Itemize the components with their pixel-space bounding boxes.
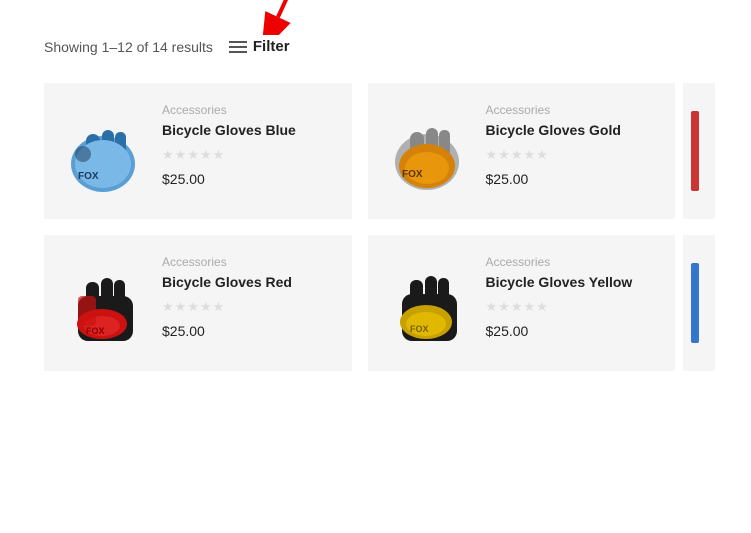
product-info-red: Accessories Bicycle Gloves Red ★ ★ ★ ★ ★… [162,253,338,339]
filter-button[interactable]: Filter [229,38,290,55]
product-info-blue: Accessories Bicycle Gloves Blue ★ ★ ★ ★ … [162,101,338,187]
svg-text:FOX: FOX [78,171,99,182]
product-stars-blue: ★ ★ ★ ★ ★ [162,147,338,163]
product-name-gold: Bicycle Gloves Gold [486,121,662,139]
product-category: Accessories [486,255,662,269]
product-row-2: FOX Accessories Bicycle Gloves Red ★ ★ ★… [0,227,751,379]
filter-label: Filter [253,38,290,55]
product-image-blue: FOX [58,101,148,201]
product-category: Accessories [162,255,338,269]
product-name-yellow: Bicycle Gloves Yellow [486,273,662,291]
partial-card-right-1 [683,83,715,219]
product-card-blue[interactable]: FOX Accessories Bicycle Gloves Blue ★ ★ … [44,83,352,219]
results-count: Showing 1–12 of 14 results [44,39,213,55]
product-info-gold: Accessories Bicycle Gloves Gold ★ ★ ★ ★ … [486,101,662,187]
svg-text:FOX: FOX [410,324,429,334]
svg-text:FOX: FOX [86,326,105,336]
product-price-gold: $25.00 [486,171,662,187]
product-card-gold[interactable]: FOX Accessories Bicycle Gloves Gold ★ ★ … [368,83,676,219]
product-price-yellow: $25.00 [486,323,662,339]
product-price-blue: $25.00 [162,171,338,187]
product-stars-yellow: ★ ★ ★ ★ ★ [486,299,662,315]
product-stars-gold: ★ ★ ★ ★ ★ [486,147,662,163]
product-category: Accessories [162,103,338,117]
product-name-red: Bicycle Gloves Red [162,273,338,291]
partial-card-right-2 [683,235,715,371]
filter-icon [229,41,247,53]
product-card-red[interactable]: FOX Accessories Bicycle Gloves Red ★ ★ ★… [44,235,352,371]
product-image-gold: FOX [382,101,472,201]
product-stars-red: ★ ★ ★ ★ ★ [162,299,338,315]
product-info-yellow: Accessories Bicycle Gloves Yellow ★ ★ ★ … [486,253,662,339]
product-image-red: FOX [58,253,148,353]
top-bar: Showing 1–12 of 14 results Filter [0,10,751,75]
product-row-1: FOX Accessories Bicycle Gloves Blue ★ ★ … [0,75,751,227]
product-image-yellow: FOX [382,253,472,353]
product-price-red: $25.00 [162,323,338,339]
product-card-yellow[interactable]: FOX Accessories Bicycle Gloves Yellow ★ … [368,235,676,371]
product-category: Accessories [486,103,662,117]
arrow-annotation [248,0,328,35]
product-name-blue: Bicycle Gloves Blue [162,121,338,139]
svg-text:FOX: FOX [402,169,423,180]
